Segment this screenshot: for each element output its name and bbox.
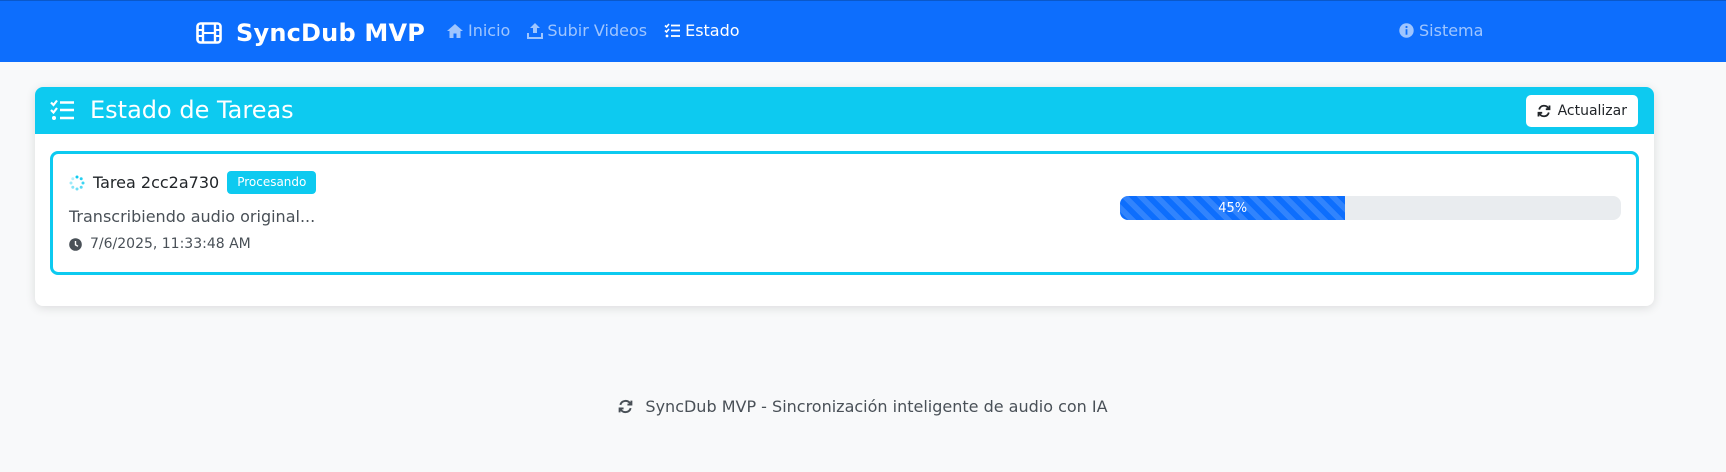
nav-link-estado[interactable]: Estado: [664, 21, 740, 40]
list-check-icon: [50, 99, 74, 120]
sync-icon: [619, 399, 633, 414]
panel-title: Estado de Tareas: [50, 96, 294, 124]
brand-link[interactable]: SyncDub MVP: [196, 18, 425, 48]
task-description: Transcribiendo audio original...: [69, 207, 316, 226]
sync-icon: [1537, 104, 1550, 118]
nav-link-inicio[interactable]: Inicio: [446, 21, 510, 40]
task-name: Tarea 2cc2a730: [93, 173, 220, 192]
brand-name: SyncDub MVP: [236, 19, 426, 47]
nav-link-subir-videos[interactable]: Subir Videos: [527, 21, 647, 40]
status-badge: Procesando: [227, 171, 317, 194]
progress-label: 45%: [1218, 200, 1248, 216]
refresh-button[interactable]: Actualizar: [1525, 95, 1638, 127]
nav-link-label: Estado: [685, 21, 740, 40]
task-timestamp: 7/6/2025, 11:33:48 AM: [69, 236, 251, 252]
progress-bar: 45%: [1120, 196, 1346, 220]
footer-text: SyncDub MVP - Sincronización inteligente…: [645, 397, 1108, 416]
panel-title-text: Estado de Tareas: [90, 96, 294, 124]
footer: SyncDub MVP - Sincronización inteligente…: [0, 397, 1726, 416]
list-check-icon: [664, 23, 681, 38]
progress-track: 45%: [1120, 196, 1621, 220]
nav-link-label: Sistema: [1419, 21, 1484, 40]
task-title-row: Tarea 2cc2a730 Procesando: [69, 171, 317, 194]
nav-link-label: Subir Videos: [547, 21, 648, 40]
nav-link-sistema[interactable]: Sistema: [1399, 21, 1483, 40]
panel-header: Estado de Tareas Actualizar: [35, 87, 1654, 134]
task-status-panel: Estado de Tareas Actualizar Tarea 2cc2a7…: [35, 87, 1654, 306]
refresh-button-label: Actualizar: [1557, 103, 1627, 119]
nav-links: Inicio Subir Videos Estado: [446, 21, 757, 40]
spinner-icon: [69, 175, 85, 190]
nav-link-label: Inicio: [468, 21, 511, 40]
clock-icon: [69, 237, 82, 251]
task-card: Tarea 2cc2a730 Procesando Transcribiendo…: [50, 151, 1639, 275]
upload-icon: [527, 23, 544, 39]
info-circle-icon: [1399, 23, 1414, 38]
task-timestamp-text: 7/6/2025, 11:33:48 AM: [90, 236, 251, 252]
film-icon: [196, 22, 222, 44]
home-icon: [447, 23, 463, 38]
navbar: SyncDub MVP Inicio Subir Videos Estado S…: [0, 0, 1726, 62]
